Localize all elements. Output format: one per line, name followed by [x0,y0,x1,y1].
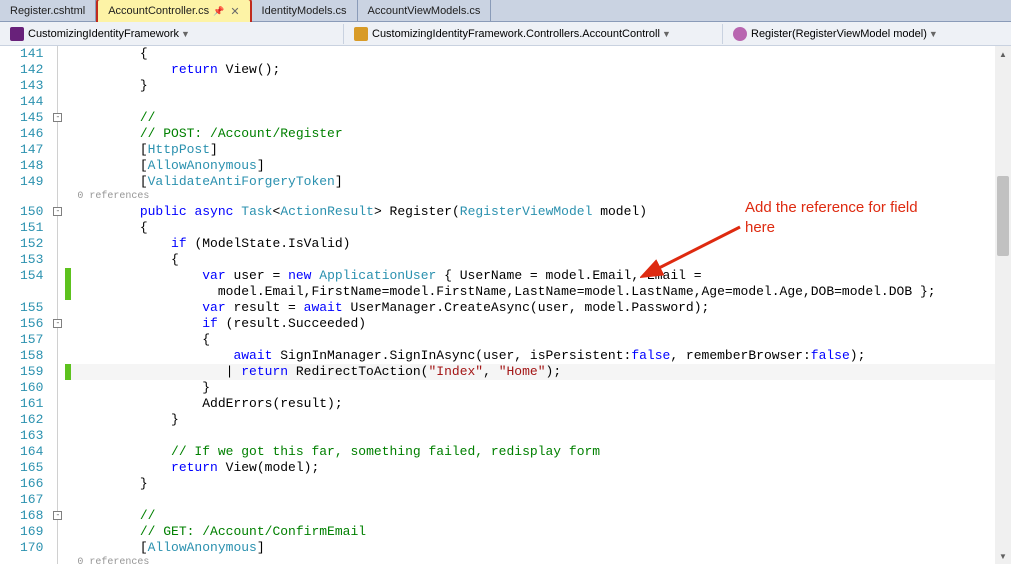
class-icon [354,27,368,41]
code-line[interactable]: await SignInManager.SignInAsync(user, is… [71,348,1011,364]
code-line[interactable]: AddErrors(result); [71,396,1011,412]
nav-project[interactable]: CustomizingIdentityFramework ▼ [4,24,344,44]
pin-icon[interactable]: 📌 [213,6,224,17]
nav-project-label: CustomizingIdentityFramework [28,28,179,40]
tab-register-cshtml[interactable]: Register.cshtml [0,0,96,22]
code-line[interactable]: [AllowAnonymous] [71,540,1011,556]
code-line[interactable] [71,428,1011,444]
code-line[interactable]: public async Task<ActionResult> Register… [71,204,1011,220]
csharp-project-icon [10,27,24,41]
code-line[interactable]: // [71,110,1011,126]
fold-toggle[interactable]: - [53,207,62,216]
code-line[interactable]: { [71,220,1011,236]
close-icon[interactable]: ✕ [230,5,239,18]
chevron-down-icon: ▼ [929,29,938,39]
tab-account-controller[interactable]: AccountController.cs 📌 ✕ [96,0,251,22]
code-line[interactable]: } [71,412,1011,428]
scroll-thumb[interactable] [997,176,1009,256]
code-line[interactable]: // If we got this far, something failed,… [71,444,1011,460]
code-line[interactable]: [HttpPost] [71,142,1011,158]
code-line[interactable]: model.Email,FirstName=model.FirstName,La… [71,284,1011,300]
gutter: 1411421431441451461471481491501511521531… [0,46,71,564]
tab-identity-models[interactable]: IdentityModels.cs [252,0,358,22]
code-line[interactable]: return View(); [71,62,1011,78]
code-line[interactable]: var result = await UserManager.CreateAsy… [71,300,1011,316]
code-line[interactable]: if (ModelState.IsValid) [71,236,1011,252]
code-line[interactable]: if (result.Succeeded) [71,316,1011,332]
navigation-bar: CustomizingIdentityFramework ▼ Customizi… [0,22,1011,46]
code-line[interactable]: { [71,332,1011,348]
code-line[interactable]: return View(model); [71,460,1011,476]
fold-column: - - - - [51,46,65,564]
fold-toggle[interactable]: - [53,319,62,328]
code-line[interactable]: } [71,78,1011,94]
scroll-up-button[interactable]: ▲ [995,46,1011,62]
code-line[interactable]: // GET: /Account/ConfirmEmail [71,524,1011,540]
code-line[interactable]: [AllowAnonymous] [71,158,1011,174]
tab-strip: Register.cshtml AccountController.cs 📌 ✕… [0,0,1011,22]
codelens-references[interactable]: 0 references [71,556,1011,570]
codelens-references[interactable]: 0 references [71,190,1011,204]
code-line[interactable]: { [71,46,1011,62]
code-line[interactable] [71,492,1011,508]
vertical-scrollbar[interactable]: ▲ ▼ [995,46,1011,564]
fold-toggle[interactable]: - [53,113,62,122]
line-numbers: 1411421431441451461471481491501511521531… [0,46,51,564]
fold-toggle[interactable]: - [53,511,62,520]
tab-account-view-models[interactable]: AccountViewModels.cs [358,0,492,22]
code-line[interactable]: } [71,476,1011,492]
scroll-down-button[interactable]: ▼ [995,548,1011,564]
code-line[interactable]: // POST: /Account/Register [71,126,1011,142]
chevron-down-icon: ▼ [662,29,671,39]
nav-class[interactable]: CustomizingIdentityFramework.Controllers… [348,24,723,44]
code-line[interactable]: [ValidateAntiForgeryToken] [71,174,1011,190]
nav-class-label: CustomizingIdentityFramework.Controllers… [372,28,660,40]
code-line[interactable]: | return RedirectToAction("Index", "Home… [71,364,1011,380]
nav-member-label: Register(RegisterViewModel model) [751,28,927,40]
method-icon [733,27,747,41]
code-line[interactable]: } [71,380,1011,396]
code-area[interactable]: { return View(); } // // POST: /Account/… [71,46,1011,564]
code-line[interactable]: // [71,508,1011,524]
nav-member[interactable]: Register(RegisterViewModel model) ▼ [727,24,1007,44]
code-line[interactable]: { [71,252,1011,268]
code-line[interactable]: var user = new ApplicationUser { UserNam… [71,268,1011,284]
code-line[interactable] [71,94,1011,110]
code-editor[interactable]: 1411421431441451461471481491501511521531… [0,46,1011,564]
chevron-down-icon: ▼ [181,29,190,39]
